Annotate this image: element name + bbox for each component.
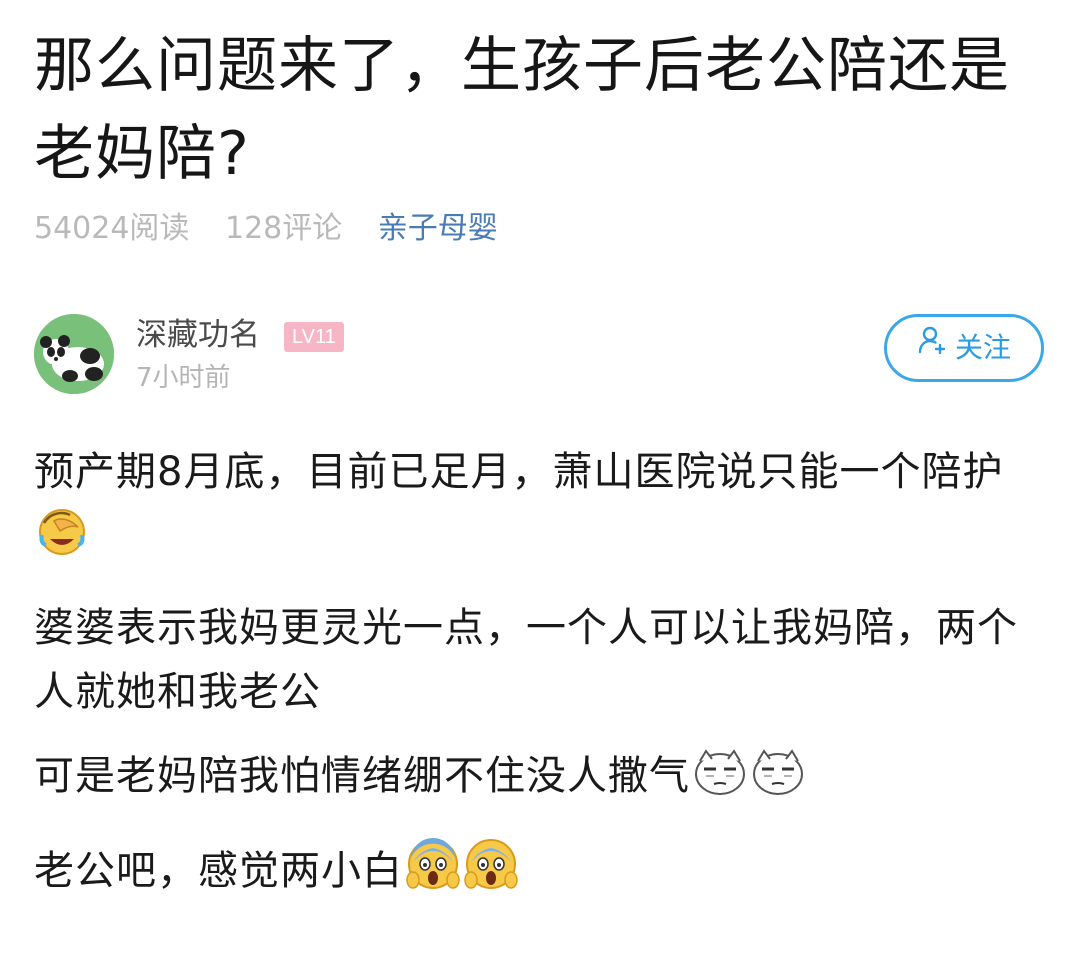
- post-content: 预产期8月底，目前已足月，萧山医院说只能一个陪护 婆婆表示我妈更灵光一点，一个人…: [34, 440, 1054, 931]
- article-title: 那么问题来了，生孩子后老公陪还是老妈陪?: [34, 31, 1010, 189]
- screaming-face-emoji-icon: [405, 836, 461, 911]
- follow-button[interactable]: 关注: [884, 314, 1044, 382]
- crying-laughing-emoji-icon: [36, 505, 88, 576]
- post-time: 7小时前: [136, 363, 231, 393]
- author-name[interactable]: 深藏功名: [136, 314, 260, 356]
- read-count: 54024阅读: [34, 211, 190, 246]
- article-meta: 54024阅读 128评论 亲子母婴: [34, 206, 498, 252]
- level-badge: LV11: [284, 322, 344, 352]
- paragraph-text: 预产期8月底，目前已足月，萧山医院说只能一个陪护: [34, 449, 1004, 495]
- comment-count[interactable]: 128评论: [225, 211, 342, 246]
- add-user-icon: [917, 315, 947, 377]
- paragraph: 可是老妈陪我怕情绪绷不住没人撒气: [34, 744, 1054, 816]
- panda-avatar-icon: [34, 314, 114, 394]
- smirk-face-emoji-icon: [750, 747, 806, 816]
- author-avatar[interactable]: [34, 314, 114, 394]
- paragraph: 婆婆表示我妈更灵光一点，一个人可以让我妈陪，两个人就她和我老公: [34, 605, 1018, 715]
- screaming-face-emoji-icon: [463, 836, 519, 911]
- paragraph: 老公吧，感觉两小白: [34, 836, 1054, 911]
- category-link[interactable]: 亲子母婴: [378, 211, 498, 246]
- paragraph-text: 老公吧，感觉两小白: [34, 848, 403, 894]
- smirk-face-emoji-icon: [692, 747, 748, 816]
- follow-label: 关注: [954, 331, 1011, 364]
- article-page: 那么问题来了，生孩子后老公陪还是老妈陪? 54024阅读 128评论 亲子母婴 …: [0, 0, 1080, 963]
- paragraph-text: 可是老妈陪我怕情绪绷不住没人撒气: [34, 753, 690, 799]
- author-row: 深藏功名 LV11 7小时前 关注: [34, 314, 1050, 396]
- paragraph: 预产期8月底，目前已足月，萧山医院说只能一个陪护: [34, 440, 1054, 576]
